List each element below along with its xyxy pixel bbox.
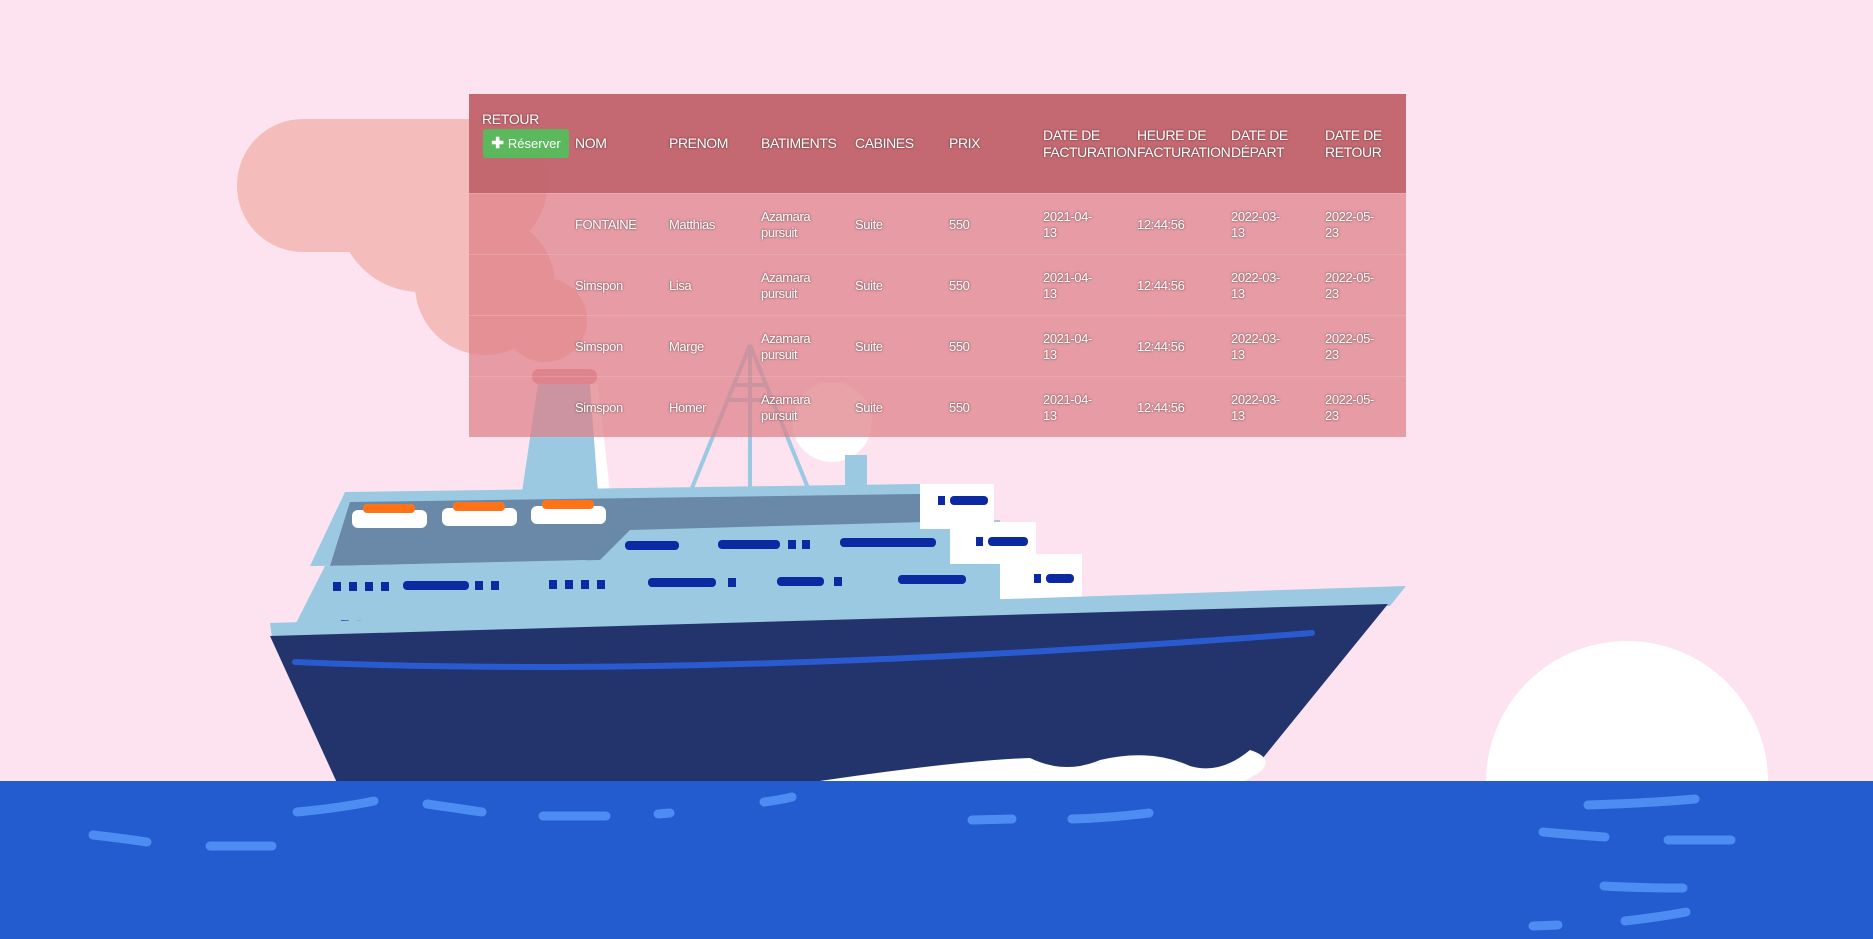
cell-date-facturation: 2021-04-13 [1043, 208, 1092, 240]
cell-heure-facturation: 12:44:56 [1137, 338, 1185, 354]
cell-cabine: Suite [855, 399, 883, 415]
column-header-prenom: PRENOM [669, 135, 729, 151]
cell-date-retour: 2022-05-23 [1325, 269, 1374, 301]
table-header: RETOUR ✚ Réserver NOM PRENOM BATIMENTS C… [469, 94, 1406, 193]
cell-date-facturation: 2021-04-13 [1043, 269, 1092, 301]
plus-icon: ✚ [491, 135, 504, 152]
cell-date-facturation: 2021-04-13 [1043, 330, 1092, 362]
column-header-heure-facturation: HEURE DE FACTURATION [1137, 126, 1231, 160]
column-header-date-retour: DATE DE RETOUR [1325, 126, 1382, 160]
cell-date-depart: 2022-03-13 [1231, 330, 1280, 362]
cell-date-depart: 2022-03-13 [1231, 391, 1280, 423]
table-row: Simspon Lisa Azamara pursuit Suite 550 2… [469, 254, 1406, 316]
cell-nom: Simspon [575, 277, 623, 293]
cell-heure-facturation: 12:44:56 [1137, 216, 1185, 232]
cell-date-depart: 2022-03-13 [1231, 269, 1280, 301]
lifeboats [352, 500, 606, 528]
back-link[interactable]: RETOUR [482, 111, 539, 127]
cell-date-facturation: 2021-04-13 [1043, 391, 1092, 423]
column-header-nom: NOM [575, 135, 607, 151]
column-header-date-facturation: DATE DE FACTURATION [1043, 126, 1137, 160]
cell-nom: Simspon [575, 399, 623, 415]
cell-heure-facturation: 12:44:56 [1137, 277, 1185, 293]
cell-heure-facturation: 12:44:56 [1137, 399, 1185, 415]
cell-batiment: Azamara pursuit [761, 391, 811, 423]
cell-prix: 550 [949, 338, 970, 354]
cell-prenom: Matthias [669, 216, 715, 232]
column-header-date-depart: DATE DE DÉPART [1231, 126, 1288, 160]
cell-prix: 550 [949, 216, 970, 232]
cell-prenom: Marge [669, 338, 704, 354]
column-header-cabines: CABINES [855, 135, 914, 151]
column-header-batiments: BATIMENTS [761, 135, 837, 151]
cell-prenom: Homer [669, 399, 707, 415]
cell-batiment: Azamara pursuit [761, 208, 811, 240]
table-row: Simspon Marge Azamara pursuit Suite 550 … [469, 315, 1406, 377]
cell-cabine: Suite [855, 277, 883, 293]
column-header-prix: PRIX [949, 135, 981, 151]
cell-cabine: Suite [855, 216, 883, 232]
cell-nom: FONTAINE [575, 216, 637, 232]
cell-batiment: Azamara pursuit [761, 330, 811, 362]
table-row: FONTAINE Matthias Azamara pursuit Suite … [469, 193, 1406, 255]
reserve-button[interactable]: ✚ Réserver [483, 129, 569, 158]
cell-cabine: Suite [855, 338, 883, 354]
cell-date-retour: 2022-05-23 [1325, 208, 1374, 240]
cell-date-retour: 2022-05-23 [1325, 391, 1374, 423]
reserve-button-label: Réserver [507, 136, 561, 151]
cell-prenom: Lisa [669, 277, 692, 293]
cell-prix: 550 [949, 399, 970, 415]
table-row: Simspon Homer Azamara pursuit Suite 550 … [469, 376, 1406, 438]
reservations-panel: RETOUR ✚ Réserver NOM PRENOM BATIMENTS C… [469, 94, 1406, 437]
cell-date-retour: 2022-05-23 [1325, 330, 1374, 362]
cell-batiment: Azamara pursuit [761, 269, 811, 301]
cell-prix: 550 [949, 277, 970, 293]
cell-date-depart: 2022-03-13 [1231, 208, 1280, 240]
cell-nom: Simspon [575, 338, 623, 354]
